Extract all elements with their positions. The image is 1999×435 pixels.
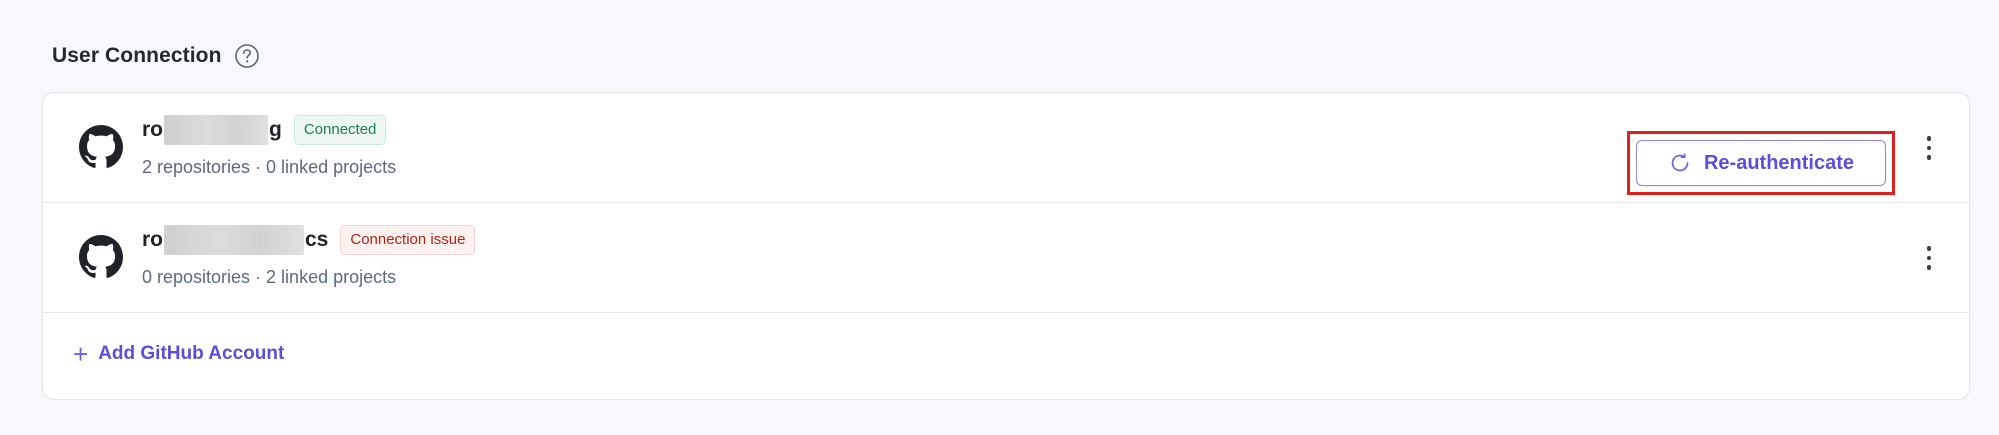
- status-badge-connected: Connected: [293, 115, 387, 145]
- kebab-dot: [1926, 155, 1932, 160]
- account-line: ro g Connected: [142, 115, 387, 145]
- kebab-dot: [1926, 246, 1932, 251]
- account-name: ro cs: [142, 225, 328, 255]
- account-name-prefix: ro: [142, 228, 163, 251]
- re-authenticate-button[interactable]: Re-authenticate: [1636, 140, 1886, 186]
- account-name: ro g: [142, 115, 282, 145]
- plus-icon: +: [73, 339, 89, 369]
- section-title: User Connection: [52, 44, 222, 67]
- add-github-account-button[interactable]: + Add GitHub Account: [73, 339, 285, 369]
- account-meta: 2 repositories · 0 linked projects: [142, 157, 397, 177]
- kebab-dot: [1926, 265, 1932, 270]
- page: User Connection ro g Connected 2 reposit…: [0, 0, 1999, 435]
- account-name-suffix: g: [269, 118, 282, 141]
- refresh-icon: [1671, 153, 1689, 172]
- account-line: ro cs Connection issue: [142, 225, 476, 255]
- add-github-account-label: Add GitHub Account: [98, 343, 285, 364]
- account-name-prefix: ro: [142, 118, 163, 141]
- redacted-text: [164, 225, 304, 255]
- github-icon: [79, 235, 123, 278]
- github-icon: [79, 125, 123, 168]
- kebab-dot: [1926, 145, 1932, 151]
- question-circle-icon[interactable]: [234, 43, 260, 69]
- account-name-suffix: cs: [305, 228, 329, 251]
- section-header: User Connection: [52, 40, 260, 72]
- more-options-button[interactable]: [1919, 131, 1939, 165]
- kebab-dot: [1926, 255, 1932, 261]
- re-authenticate-label: Re-authenticate: [1703, 151, 1855, 174]
- more-options-button[interactable]: [1919, 241, 1939, 275]
- connection-row: ro cs Connection issue 0 repositories · …: [43, 203, 1969, 313]
- redacted-text: [164, 115, 268, 145]
- account-meta: 0 repositories · 2 linked projects: [142, 267, 397, 287]
- kebab-dot: [1926, 136, 1932, 141]
- status-badge-connection-issue: Connection issue: [340, 225, 476, 255]
